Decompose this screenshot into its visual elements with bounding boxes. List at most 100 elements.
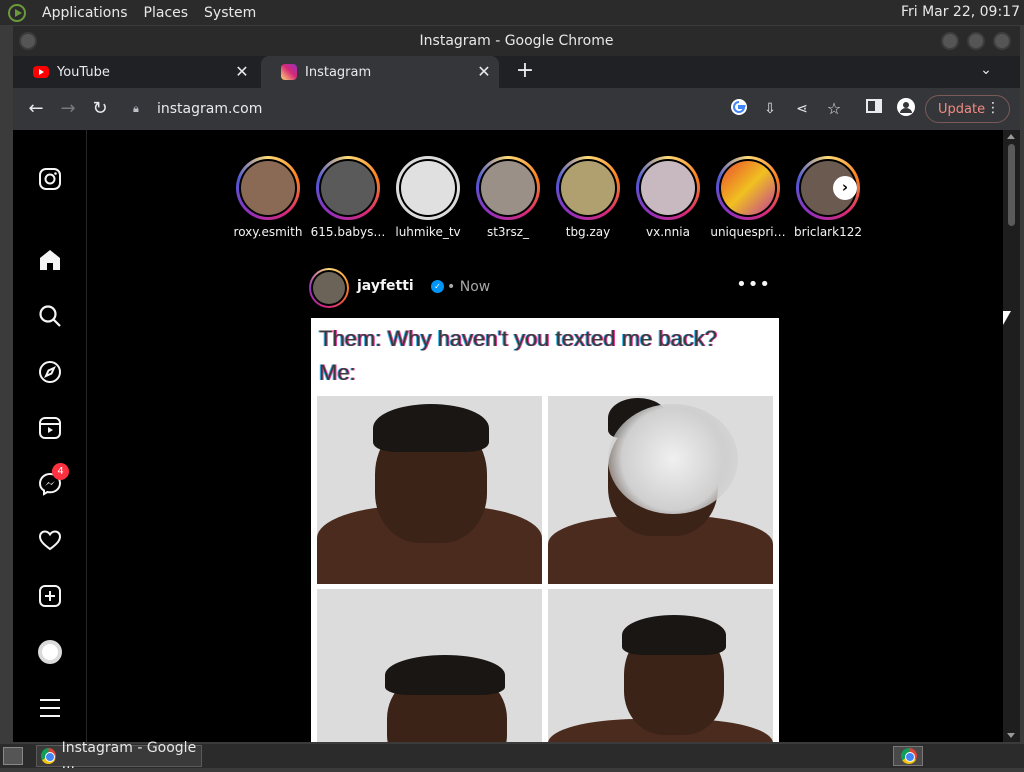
notification-badge: 4 [52, 463, 69, 480]
install-app-icon[interactable]: ⇩ [759, 98, 781, 120]
tab-search-chevron-icon[interactable]: ⌄ [976, 62, 996, 82]
avatar [561, 161, 615, 215]
page-scrollbar[interactable] [1003, 130, 1020, 742]
lock-icon[interactable]: 🔒︎ [133, 102, 147, 116]
meme-photo [317, 589, 542, 742]
story-username: tbg.zay [565, 225, 611, 239]
profile-icon[interactable] [895, 98, 917, 120]
post-author-avatar[interactable] [309, 268, 349, 308]
meme-photo [548, 396, 773, 584]
stories-tray: roxy.esmith 615.babys… luhmike_tv st3rsz… [228, 156, 868, 246]
show-desktop-icon[interactable] [3, 747, 23, 765]
clock[interactable]: Fri Mar 22, 09:17 [901, 4, 1020, 20]
scroll-down-arrow-icon[interactable] [1007, 733, 1015, 738]
story-item[interactable]: luhmike_tv [388, 156, 468, 239]
youtube-icon [33, 66, 49, 78]
story-item[interactable]: uniquespri… [708, 156, 788, 239]
instagram-sidebar: 4 [13, 130, 87, 742]
reels-icon[interactable] [37, 415, 63, 441]
story-username: uniquespri… [710, 225, 786, 239]
meme-photo [317, 396, 542, 584]
new-tab-button[interactable]: + [513, 60, 537, 84]
story-username: luhmike_tv [395, 225, 461, 239]
more-menu-icon[interactable] [37, 695, 63, 721]
forward-button[interactable]: → [57, 98, 79, 120]
share-icon[interactable]: ⋖ [791, 98, 813, 120]
close-tab-icon[interactable]: ✕ [475, 63, 493, 81]
menu-applications[interactable]: Applications [42, 5, 128, 21]
tab-youtube[interactable]: YouTube ✕ [13, 56, 257, 88]
story-item[interactable]: st3rsz_ [468, 156, 548, 239]
update-button[interactable]: Update ⋮ [925, 95, 1010, 123]
post-username[interactable]: jayfetti [357, 278, 414, 294]
side-panel-icon[interactable] [863, 98, 885, 120]
profile-avatar[interactable] [37, 639, 63, 665]
desktop-top-panel: Applications Places System Fri Mar 22, 0… [0, 0, 1024, 25]
kebab-menu-icon[interactable]: ⋮ [986, 100, 1000, 116]
scrollbar-thumb[interactable] [1008, 144, 1015, 226]
close-tab-icon[interactable]: ✕ [233, 63, 251, 81]
story-username: briclark122 [794, 225, 862, 239]
scroll-up-arrow-icon[interactable] [1007, 134, 1015, 139]
post-media[interactable]: Them: Why haven't you texted me back? Me… [311, 318, 779, 742]
post-header: jayfetti ✓ • Now ••• [309, 266, 779, 308]
close-window-button[interactable] [993, 32, 1011, 50]
chrome-icon [41, 748, 56, 764]
meme-photo [548, 589, 773, 742]
browser-window: Instagram - Google Chrome YouTube ✕ Inst… [13, 26, 1020, 742]
menu-places[interactable]: Places [144, 5, 189, 21]
bookmark-star-icon[interactable]: ☆ [823, 98, 845, 120]
window-title: Instagram - Google Chrome [419, 33, 614, 49]
tab-instagram[interactable]: Instagram ✕ [261, 56, 499, 88]
messenger-icon[interactable]: 4 [37, 463, 69, 497]
taskbar-window-item[interactable]: Instagram - Google ... [36, 740, 202, 772]
update-label: Update [938, 101, 986, 117]
avatar [321, 161, 375, 215]
explore-compass-icon[interactable] [37, 359, 63, 385]
tray-chrome-icon[interactable] [893, 746, 923, 766]
avatar [241, 161, 295, 215]
verified-badge-icon: ✓ [431, 280, 444, 293]
tab-label: Instagram [305, 64, 372, 80]
instagram-page: 4 roxy.esmith 615.babys… luhmike_tv st3r… [13, 130, 1003, 742]
avatar [481, 161, 535, 215]
tab-strip: YouTube ✕ Instagram ✕ + ⌄ [13, 56, 1020, 88]
post-timestamp: • Now [447, 279, 491, 295]
os-logo-icon[interactable] [8, 3, 26, 22]
story-item[interactable]: roxy.esmith [228, 156, 308, 239]
maximize-button[interactable] [967, 32, 985, 50]
mouse-cursor-icon [1003, 311, 1011, 325]
post-options-icon[interactable]: ••• [736, 274, 771, 295]
google-icon[interactable] [728, 98, 750, 120]
avatar [401, 161, 455, 215]
taskbar-item-label: Instagram - Google ... [61, 740, 197, 772]
story-item[interactable]: 615.babys… [308, 156, 388, 239]
tab-label: YouTube [57, 64, 110, 80]
story-item[interactable]: briclark122 [788, 156, 868, 239]
avatar [641, 161, 695, 215]
meme-caption: Them: Why haven't you texted me back? Me… [319, 326, 717, 385]
instagram-icon [281, 64, 297, 80]
search-icon[interactable] [37, 303, 63, 329]
minimize-button[interactable] [941, 32, 959, 50]
back-button[interactable]: ← [25, 98, 47, 120]
story-item[interactable]: vx.nnia [628, 156, 708, 239]
story-username: roxy.esmith [233, 225, 303, 239]
reload-button[interactable]: ↻ [89, 98, 111, 120]
home-icon[interactable] [37, 247, 63, 273]
stories-next-chevron-icon[interactable]: › [833, 176, 857, 200]
window-menu-button[interactable] [19, 32, 37, 50]
url-text[interactable]: instagram.com [157, 101, 262, 117]
story-username: vx.nnia [646, 225, 690, 239]
desktop-taskbar: Instagram - Google ... [0, 740, 1024, 772]
story-username: 615.babys… [310, 225, 386, 239]
story-item[interactable]: tbg.zay [548, 156, 628, 239]
avatar [721, 161, 775, 215]
create-plus-icon[interactable] [37, 583, 63, 609]
window-titlebar[interactable]: Instagram - Google Chrome [13, 26, 1020, 56]
heart-icon[interactable] [37, 527, 63, 553]
story-username: st3rsz_ [486, 225, 530, 239]
browser-toolbar: ← → ↻ 🔒︎ instagram.com ⇩ ⋖ ☆ Update ⋮ [13, 88, 1020, 130]
instagram-logo-icon[interactable] [37, 166, 63, 192]
menu-system[interactable]: System [204, 5, 256, 21]
